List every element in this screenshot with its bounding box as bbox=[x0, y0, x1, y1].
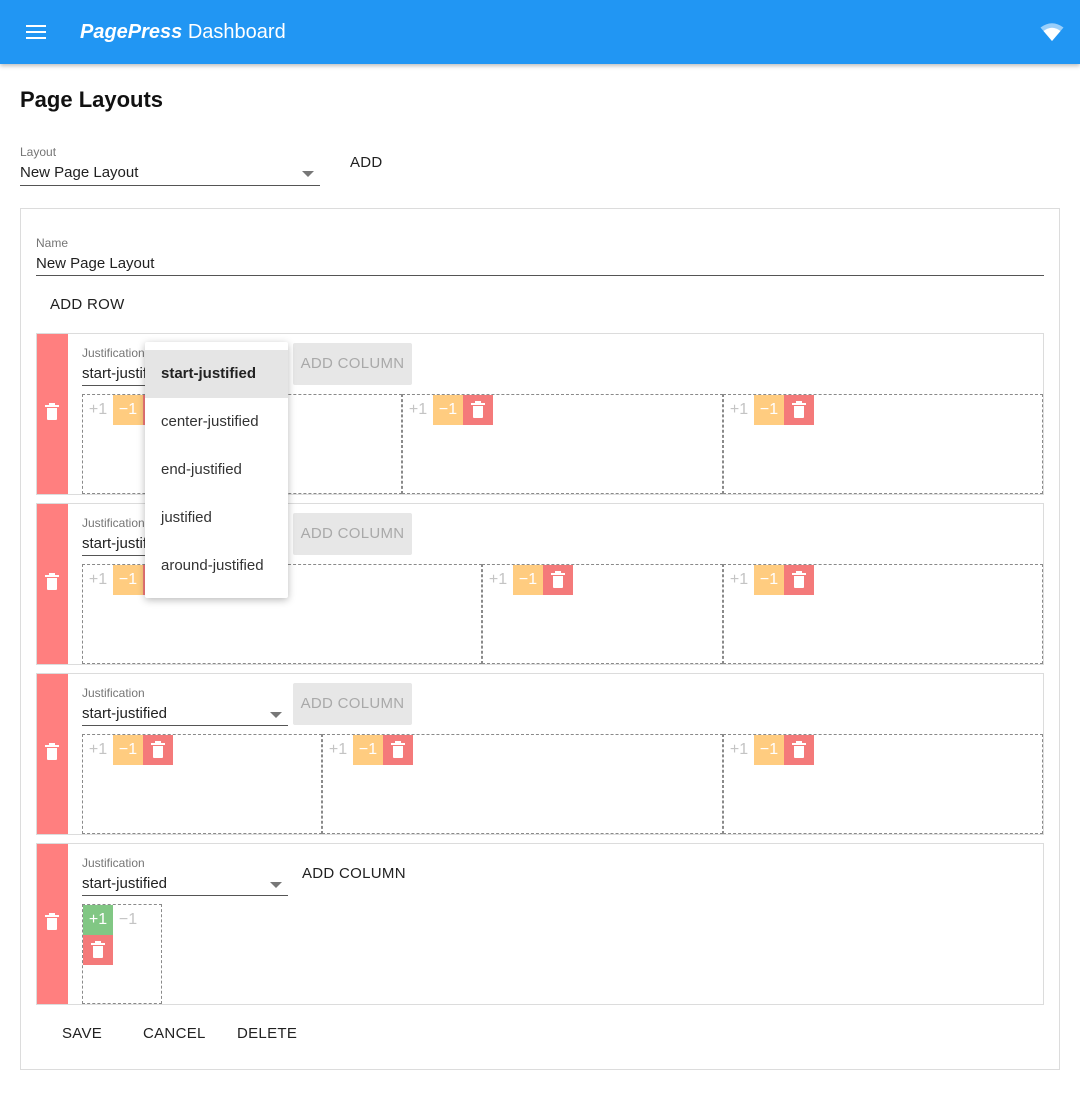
delete-row-button[interactable] bbox=[37, 674, 68, 834]
cancel-button[interactable]: CANCEL bbox=[143, 1024, 206, 1044]
decrease-width-button[interactable]: −1 bbox=[113, 735, 143, 765]
layout-select[interactable]: Layout New Page Layout bbox=[20, 145, 320, 187]
layout-column: +1 −1 bbox=[723, 394, 1043, 494]
trash-icon bbox=[45, 403, 59, 420]
layout-column: +1 −1 bbox=[723, 734, 1043, 834]
decrease-width-button[interactable]: −1 bbox=[113, 565, 143, 595]
menu-item-start-justified[interactable]: start-justified bbox=[145, 350, 288, 398]
layout-column: +1 −1 bbox=[482, 564, 723, 664]
app-brand: PagePress bbox=[80, 21, 183, 43]
justification-underline bbox=[82, 895, 288, 896]
menu-item-end-justified[interactable]: end-justified bbox=[145, 446, 288, 494]
add-column-button[interactable]: ADD COLUMN bbox=[293, 513, 412, 555]
delete-row-button[interactable] bbox=[37, 844, 68, 1004]
layout-row: Justification start-justified ADD COLUMN… bbox=[36, 673, 1044, 835]
name-field-label: Name bbox=[36, 236, 69, 250]
menu-item-center-justified[interactable]: center-justified bbox=[145, 398, 288, 446]
increase-width-button[interactable]: +1 bbox=[83, 735, 113, 765]
menu-item-around-justified[interactable]: around-justified bbox=[145, 542, 288, 590]
increase-width-button[interactable]: +1 bbox=[724, 735, 754, 765]
increase-width-button[interactable]: +1 bbox=[323, 735, 353, 765]
menu-icon[interactable] bbox=[20, 20, 52, 44]
trash-icon bbox=[45, 573, 59, 590]
delete-button[interactable]: DELETE bbox=[237, 1024, 297, 1044]
app-title: PagePress Dashboard bbox=[80, 19, 286, 45]
trash-icon bbox=[45, 913, 59, 930]
justification-underline bbox=[82, 725, 288, 726]
increase-width-button[interactable]: +1 bbox=[403, 395, 433, 425]
add-layout-button[interactable]: ADD bbox=[350, 153, 383, 173]
layout-select-underline bbox=[20, 185, 320, 186]
decrease-width-button[interactable]: −1 bbox=[754, 565, 784, 595]
page-title: Page Layouts bbox=[20, 87, 164, 112]
delete-column-button[interactable] bbox=[784, 395, 814, 425]
add-column-button[interactable]: ADD COLUMN bbox=[293, 683, 412, 725]
app-bar: PagePress Dashboard bbox=[0, 0, 1080, 64]
justification-select[interactable]: Justification start-justified bbox=[82, 856, 288, 898]
delete-column-button[interactable] bbox=[784, 565, 814, 595]
justification-select[interactable]: Justification start-justified bbox=[82, 686, 288, 728]
layout-column: +1 −1 bbox=[82, 734, 322, 834]
justification-menu: start-justified center-justified end-jus… bbox=[145, 342, 288, 598]
delete-row-button[interactable] bbox=[37, 334, 68, 494]
layout-row: Justification start-justified ADD COLUMN… bbox=[36, 843, 1044, 1005]
trash-icon bbox=[151, 741, 165, 758]
decrease-width-button[interactable]: −1 bbox=[113, 395, 143, 425]
delete-column-button[interactable] bbox=[784, 735, 814, 765]
layout-column: +1 −1 bbox=[82, 904, 162, 1004]
trash-icon bbox=[551, 571, 565, 588]
justification-label: Justification bbox=[82, 686, 145, 700]
trash-icon bbox=[792, 741, 806, 758]
add-column-button[interactable]: ADD COLUMN bbox=[293, 343, 412, 385]
delete-column-button[interactable] bbox=[463, 395, 493, 425]
decrease-width-button[interactable]: −1 bbox=[353, 735, 383, 765]
delete-row-button[interactable] bbox=[37, 504, 68, 664]
add-row-button[interactable]: ADD ROW bbox=[50, 295, 125, 315]
increase-width-button[interactable]: +1 bbox=[483, 565, 513, 595]
decrease-width-button[interactable]: −1 bbox=[754, 395, 784, 425]
decrease-width-button[interactable]: −1 bbox=[113, 905, 143, 935]
increase-width-button[interactable]: +1 bbox=[724, 565, 754, 595]
delete-column-button[interactable] bbox=[143, 735, 173, 765]
increase-width-button[interactable]: +1 bbox=[83, 565, 113, 595]
add-column-button[interactable]: ADD COLUMN bbox=[302, 864, 406, 884]
wifi-icon bbox=[1040, 23, 1064, 41]
justification-label: Justification bbox=[82, 516, 145, 530]
chevron-down-icon[interactable] bbox=[270, 882, 282, 888]
delete-column-button[interactable] bbox=[383, 735, 413, 765]
decrease-width-button[interactable]: −1 bbox=[433, 395, 463, 425]
trash-icon bbox=[792, 401, 806, 418]
decrease-width-button[interactable]: −1 bbox=[513, 565, 543, 595]
layout-column: +1 −1 bbox=[402, 394, 723, 494]
justification-label: Justification bbox=[82, 856, 145, 870]
app-title-suffix: Dashboard bbox=[182, 21, 286, 43]
trash-icon bbox=[792, 571, 806, 588]
chevron-down-icon[interactable] bbox=[302, 171, 314, 177]
trash-icon bbox=[91, 941, 105, 958]
menu-item-justified[interactable]: justified bbox=[145, 494, 288, 542]
chevron-down-icon[interactable] bbox=[270, 712, 282, 718]
layout-select-value: New Page Layout bbox=[20, 164, 139, 181]
decrease-width-button[interactable]: −1 bbox=[754, 735, 784, 765]
layout-column: +1 −1 bbox=[723, 564, 1043, 664]
layout-select-label: Layout bbox=[20, 145, 57, 159]
name-field-value[interactable]: New Page Layout bbox=[36, 254, 1026, 274]
layout-column: +1 −1 bbox=[322, 734, 723, 834]
increase-width-button[interactable]: +1 bbox=[83, 905, 113, 935]
increase-width-button[interactable]: +1 bbox=[83, 395, 113, 425]
save-button[interactable]: SAVE bbox=[62, 1024, 102, 1044]
justification-label: Justification bbox=[82, 346, 145, 360]
justification-value: start-justified bbox=[82, 875, 168, 892]
name-field-underline bbox=[36, 275, 1044, 276]
delete-column-button[interactable] bbox=[83, 935, 113, 965]
trash-icon bbox=[45, 743, 59, 760]
delete-column-button[interactable] bbox=[543, 565, 573, 595]
trash-icon bbox=[391, 741, 405, 758]
trash-icon bbox=[471, 401, 485, 418]
name-field[interactable]: Name New Page Layout bbox=[36, 236, 1044, 278]
increase-width-button[interactable]: +1 bbox=[724, 395, 754, 425]
justification-value: start-justified bbox=[82, 705, 168, 722]
